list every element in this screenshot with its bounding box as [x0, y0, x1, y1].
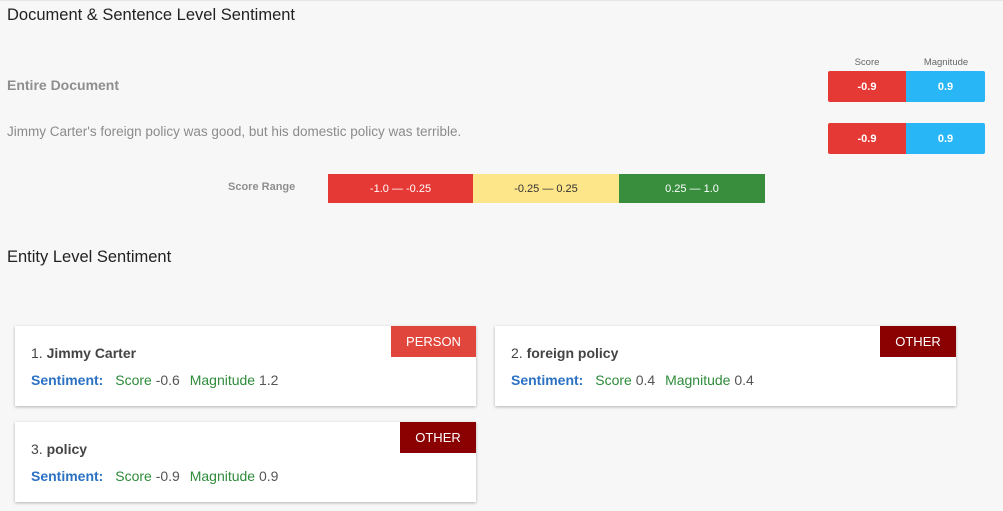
entity-score: -0.9: [155, 468, 180, 484]
entire-document-label: Entire Document: [7, 77, 120, 93]
entity-sentiment-title: Entity Level Sentiment: [7, 248, 172, 266]
sentiment-label: Sentiment:: [511, 372, 584, 388]
entity-sentiment: Sentiment: Score -0.6 Magnitude 1.2: [31, 372, 284, 388]
entity-sentiment: Sentiment: Score -0.9 Magnitude 0.9: [31, 468, 284, 484]
entity-name-text: policy: [46, 441, 88, 457]
entity-card: PERSON 1. Jimmy Carter Sentiment: Score …: [15, 326, 476, 406]
entity-score: -0.6: [155, 372, 180, 388]
score-range-neutral: -0.25 — 0.25: [473, 174, 619, 203]
entity-magnitude: 1.2: [259, 372, 279, 388]
entity-magnitude: 0.9: [259, 468, 279, 484]
sentiment-label: Sentiment:: [31, 468, 104, 484]
score-label: Score: [595, 372, 632, 388]
score-label: Score: [115, 372, 152, 388]
entity-card: OTHER 3. policy Sentiment: Score -0.9 Ma…: [15, 422, 476, 502]
magnitude-label: Magnitude: [189, 372, 256, 388]
entity-type-badge: PERSON: [391, 326, 476, 357]
document-magnitude: 0.9: [906, 71, 985, 102]
entity-sentiment: Sentiment: Score 0.4 Magnitude 0.4: [511, 372, 760, 388]
score-label: Score: [115, 468, 152, 484]
magnitude-label: Magnitude: [189, 468, 256, 484]
score-column-header: Score: [854, 57, 880, 68]
entity-score: 0.4: [635, 372, 656, 388]
entity-name-text: Jimmy Carter: [46, 345, 137, 361]
entity-index: 3.: [31, 441, 43, 457]
score-range-negative: -1.0 — -0.25: [328, 174, 473, 203]
document-sentiment-pill: -0.9 0.9: [828, 71, 985, 102]
document-sentiment-title: Document & Sentence Level Sentiment: [7, 6, 296, 24]
score-range-positive: 0.25 — 1.0: [619, 174, 765, 203]
entity-index: 2.: [511, 345, 523, 361]
magnitude-column-header: Magnitude: [923, 57, 969, 68]
sentence-magnitude: 0.9: [906, 123, 985, 154]
sentence-score: -0.9: [828, 123, 906, 154]
entity-type-badge: OTHER: [880, 326, 956, 357]
entity-name: 3. policy: [31, 441, 87, 457]
entity-index: 1.: [31, 345, 43, 361]
entity-name: 2. foreign policy: [511, 345, 618, 361]
entity-magnitude: 0.4: [734, 372, 754, 388]
entity-card: OTHER 2. foreign policy Sentiment: Score…: [495, 326, 956, 406]
sentence-text: Jimmy Carter's foreign policy was good, …: [7, 124, 462, 139]
top-divider: [0, 0, 1003, 1]
magnitude-label: Magnitude: [665, 372, 731, 388]
sentence-sentiment-pill: -0.9 0.9: [828, 123, 985, 154]
document-score: -0.9: [828, 71, 906, 102]
entity-name-text: foreign policy: [526, 345, 619, 361]
score-range-label: Score Range: [228, 181, 296, 193]
entity-type-badge: OTHER: [400, 422, 476, 453]
entity-name: 1. Jimmy Carter: [31, 345, 136, 361]
sentiment-label: Sentiment:: [31, 372, 104, 388]
